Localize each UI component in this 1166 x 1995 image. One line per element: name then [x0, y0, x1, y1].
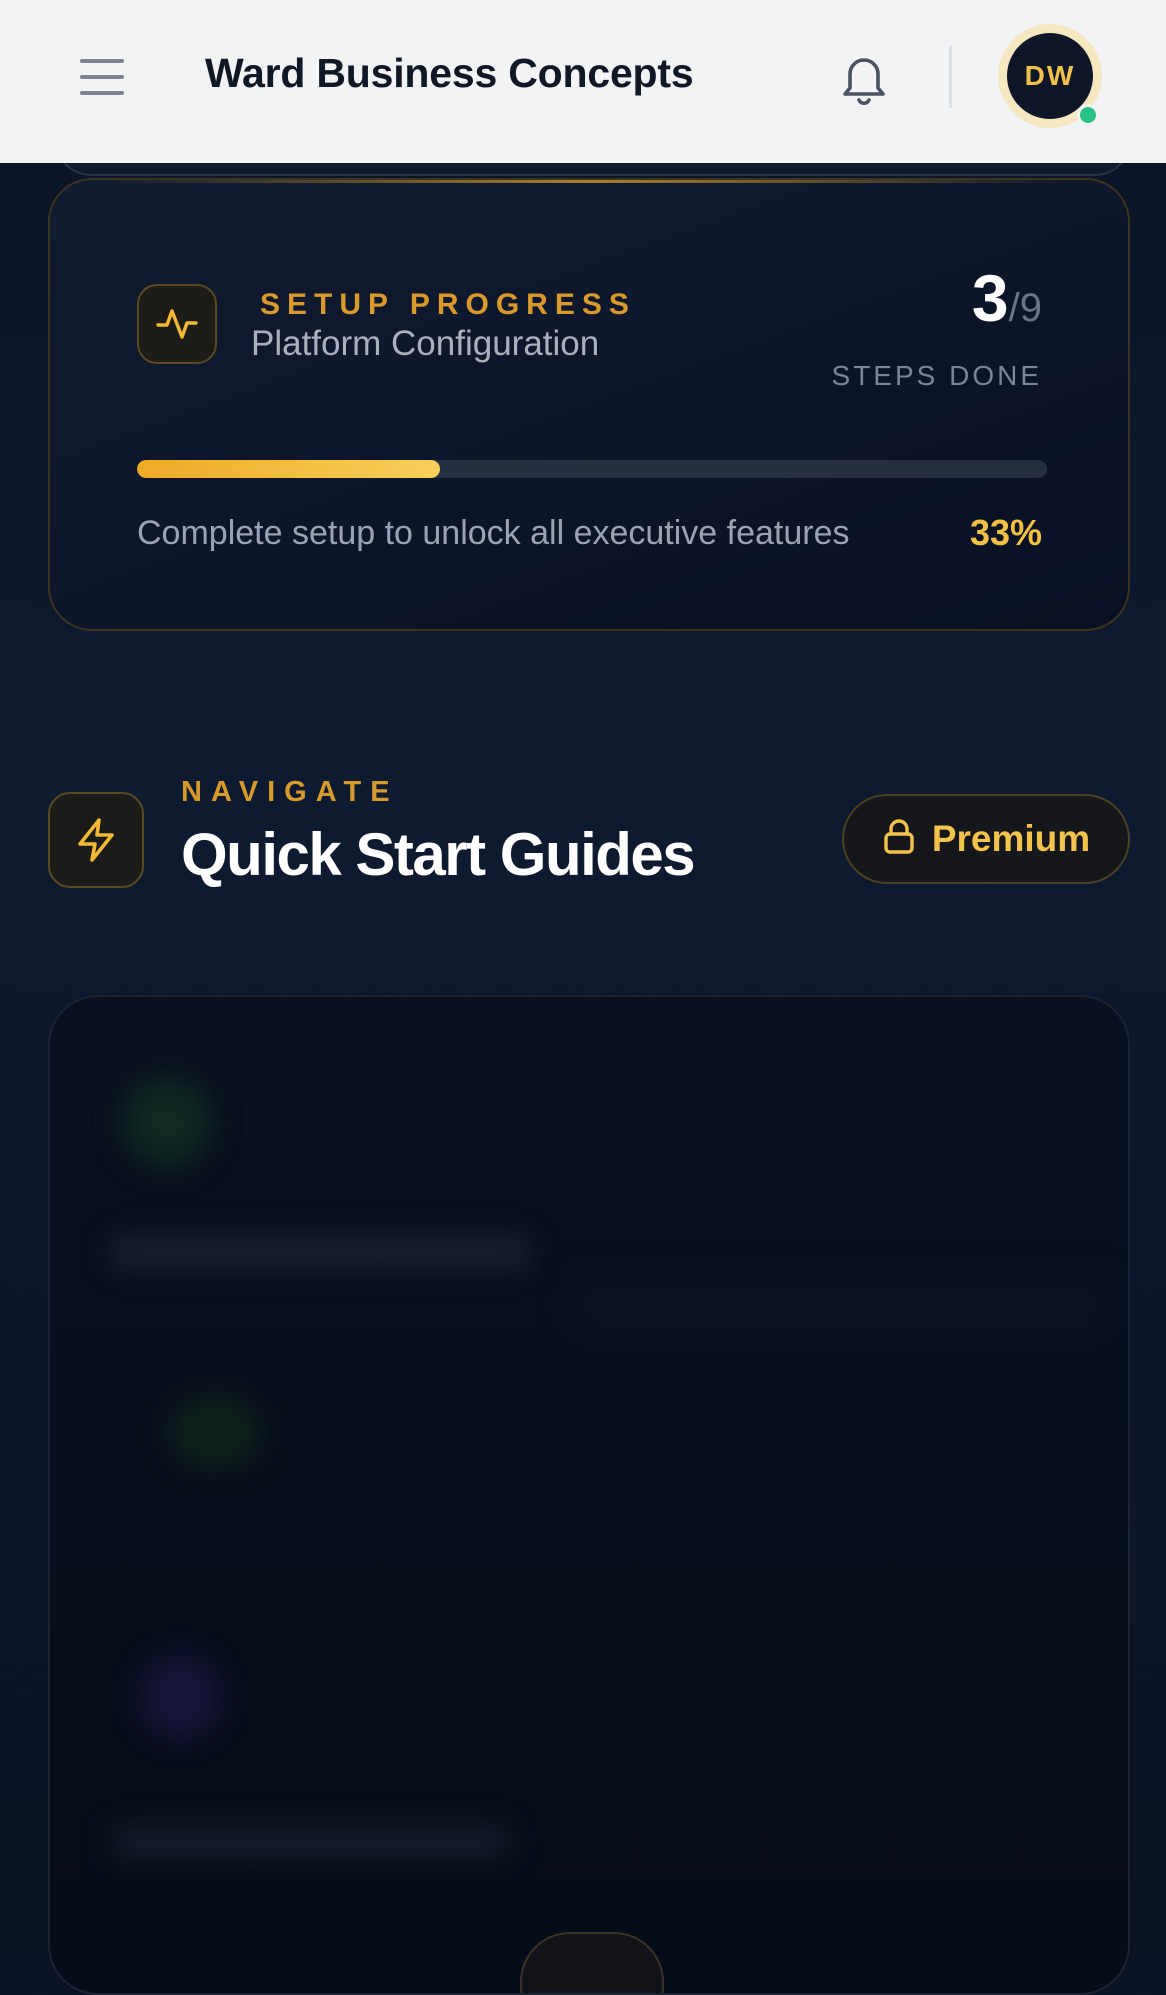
steps-done-label: STEPS DONE [831, 360, 1042, 391]
setup-hint: Complete setup to unlock all executive f… [137, 514, 850, 552]
setup-subtitle: Platform Configuration [251, 324, 600, 363]
setup-percent: 33% [969, 512, 1042, 553]
lock-icon [882, 818, 916, 860]
steps-total-value: /9 [1008, 286, 1042, 330]
steps-done-value: 3 [971, 261, 1009, 335]
steps-count: 3/9 [972, 260, 1042, 336]
setup-progress-fill [137, 460, 441, 478]
activity-pulse-icon [137, 284, 217, 364]
setup-progress-card: SETUP PROGRESS Platform Configuration 3/… [48, 178, 1130, 631]
unlock-pill[interactable] [520, 1932, 664, 1993]
online-status-dot [1077, 104, 1099, 126]
premium-button[interactable]: Premium [842, 794, 1130, 884]
menu-icon[interactable] [76, 55, 128, 99]
blurred-icon [170, 1397, 260, 1467]
blurred-icon [140, 1657, 220, 1737]
blurred-text [110, 1827, 510, 1857]
blurred-icon [122, 1077, 212, 1167]
navigate-eyebrow: NAVIGATE [181, 776, 399, 808]
premium-label: Premium [931, 818, 1091, 859]
app-title: Ward Business Concepts [205, 50, 694, 96]
blurred-band [570, 1277, 1110, 1337]
header-divider [949, 46, 952, 108]
bell-icon[interactable] [836, 48, 892, 108]
setup-eyebrow: SETUP PROGRESS [260, 288, 636, 321]
top-app-bar: Ward Business Concepts DW [0, 0, 1166, 163]
blurred-text [110, 1237, 530, 1267]
setup-progress-bar [137, 460, 1047, 478]
section-title: Quick Start Guides [181, 821, 696, 888]
lightning-bolt-icon [48, 792, 144, 888]
locked-guides-card [48, 995, 1130, 1995]
